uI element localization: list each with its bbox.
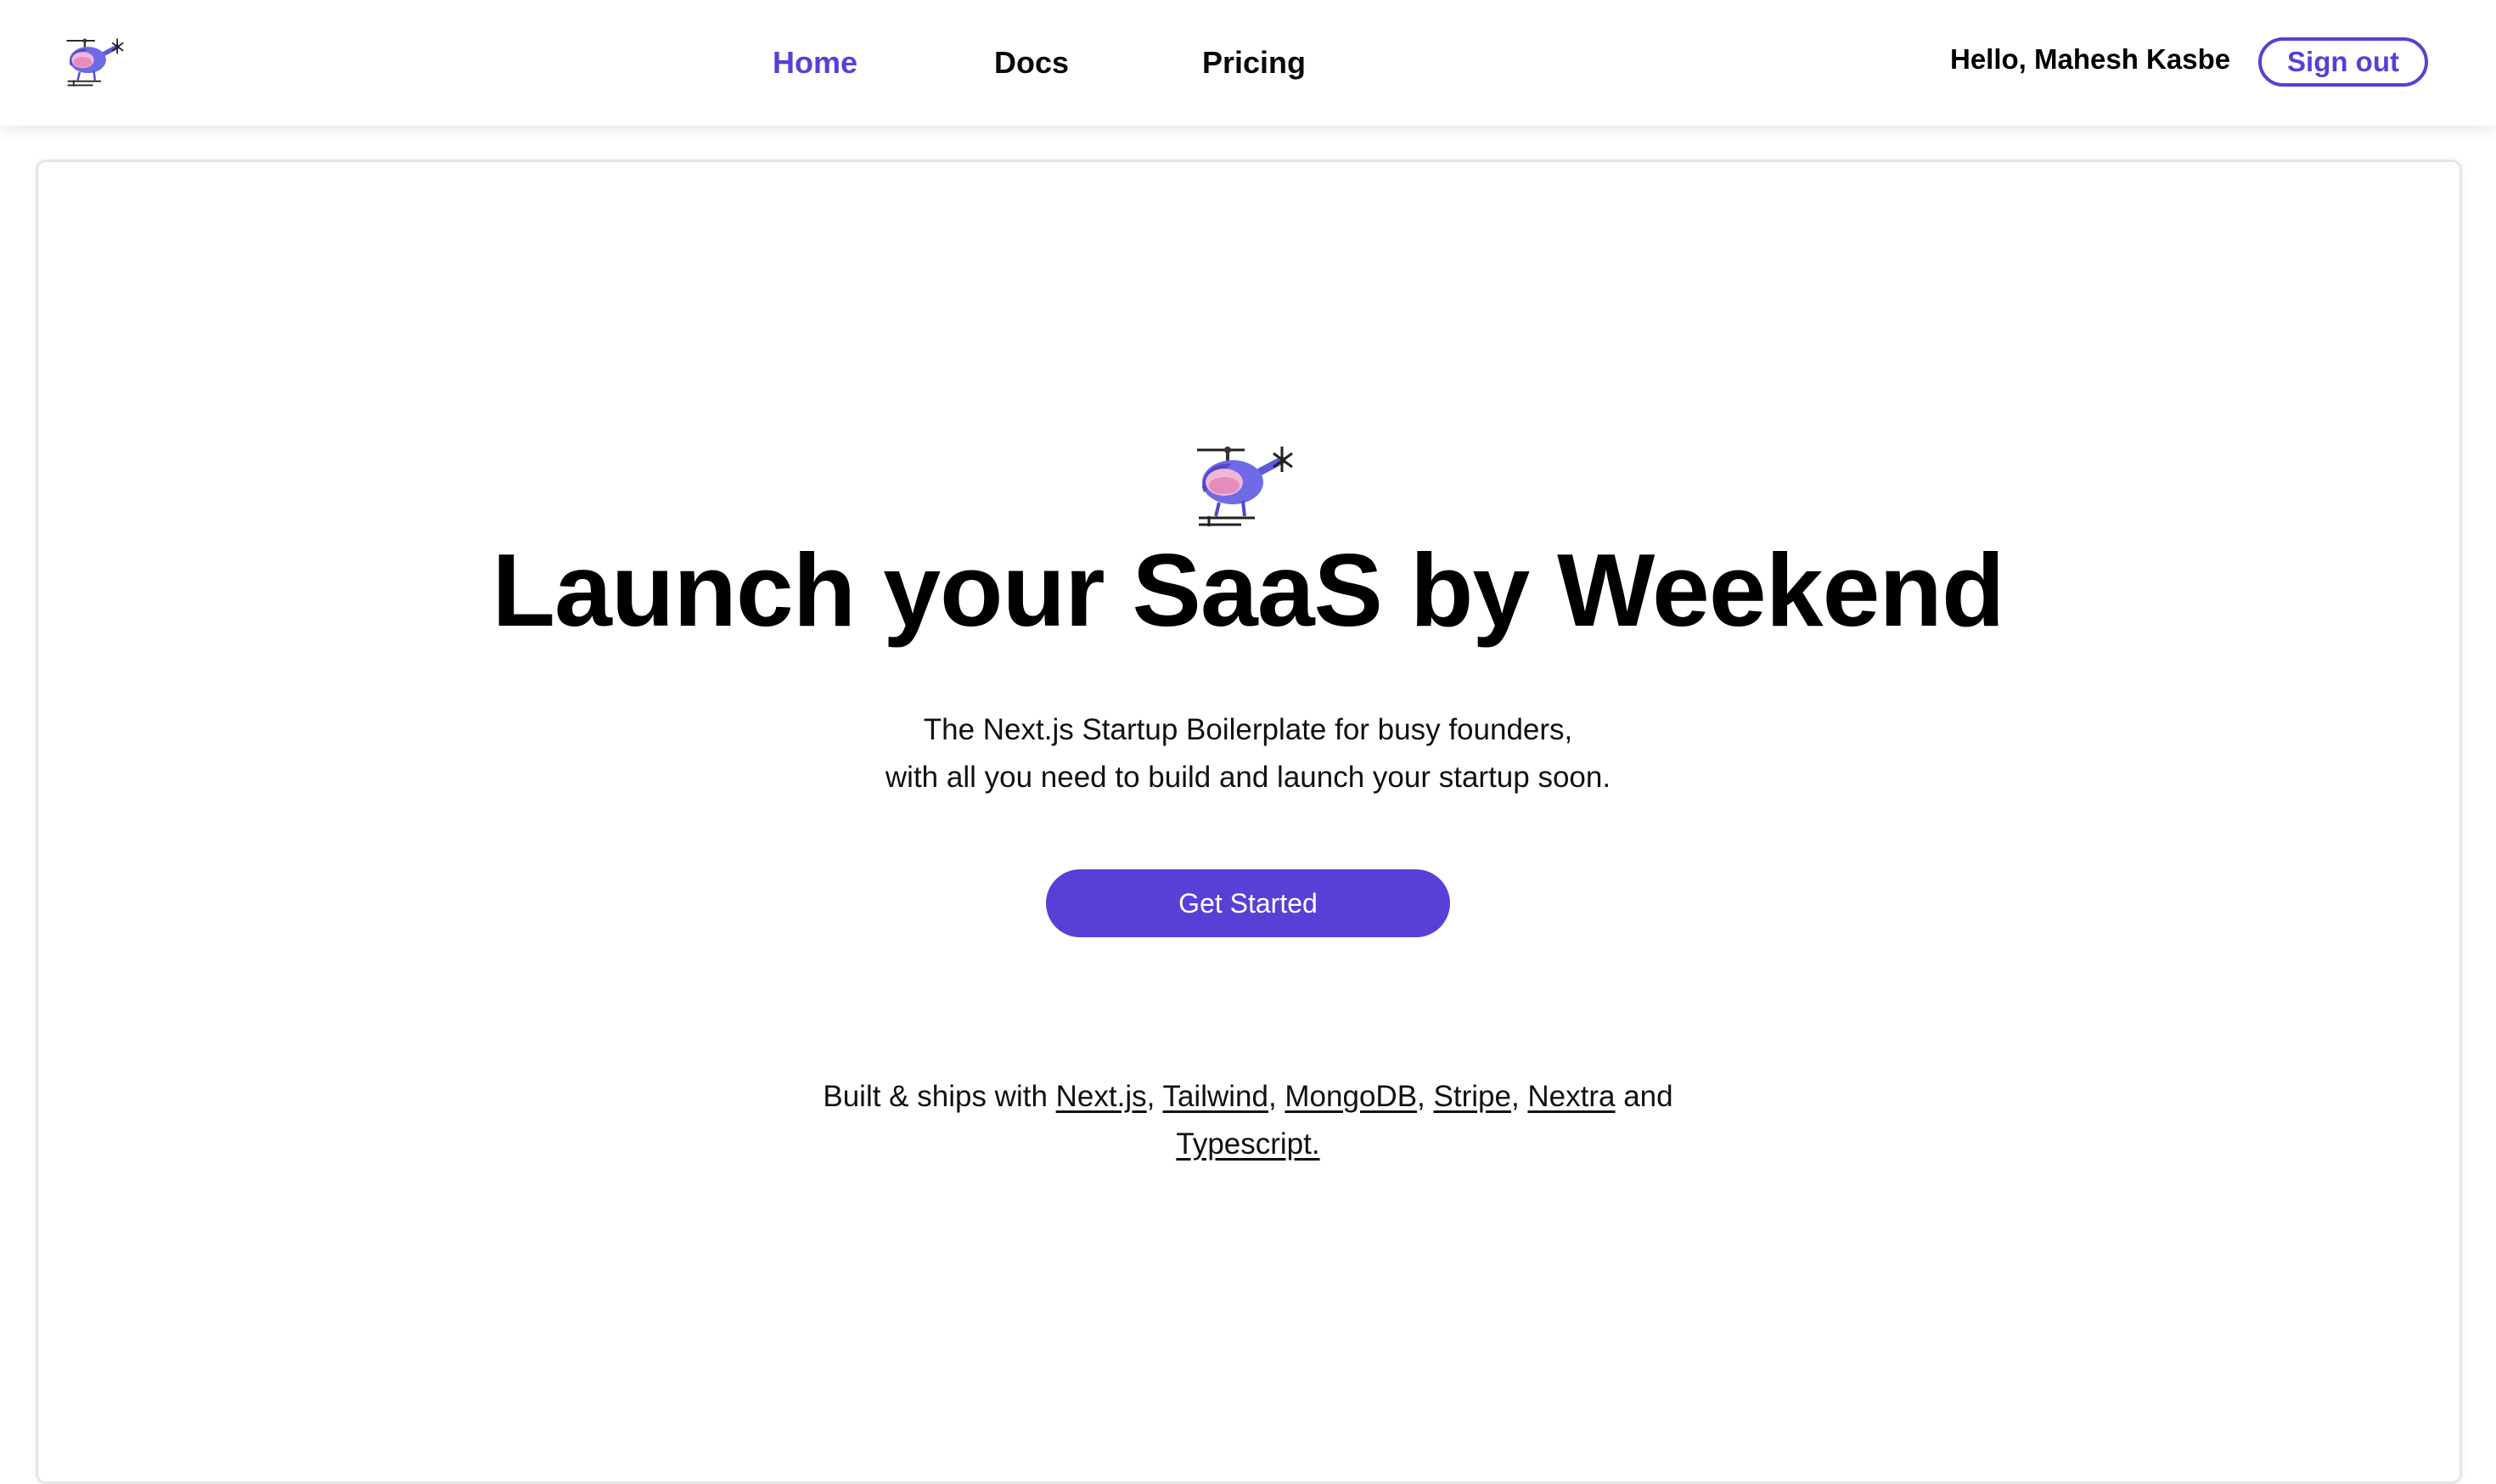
stripe-link[interactable]: Stripe — [1434, 1080, 1511, 1113]
helicopter-icon — [1197, 447, 1293, 526]
nav-docs-link[interactable]: Docs — [994, 41, 1069, 85]
user-greeting: Hello, Mahesh Kasbe — [1950, 43, 2231, 75]
hero-subtitle: The Next.js Startup Boilerplate for busy… — [0, 706, 2496, 801]
tailwind-link[interactable]: Tailwind — [1162, 1080, 1268, 1113]
top-navbar: Home Docs Pricing Hello, Mahesh Kasbe Si… — [0, 0, 2496, 126]
nextra-link[interactable]: Nextra — [1527, 1080, 1615, 1113]
hero-helicopter-icon-wrapper — [1194, 441, 1299, 530]
hero-card — [36, 160, 2462, 1484]
typescript-link[interactable]: Typescript. — [1176, 1127, 1319, 1161]
hero-subtitle-line-2: with all you need to build and launch yo… — [885, 761, 1611, 794]
built-with-text: Built & ships with Next.js, Tailwind, Mo… — [823, 1080, 1673, 1161]
nextjs-link[interactable]: Next.js — [1056, 1080, 1147, 1113]
nav-home-link[interactable]: Home — [773, 41, 857, 85]
hero-subtitle-line-1: The Next.js Startup Boilerplate for busy… — [923, 713, 1573, 746]
hero-title: Launch your SaaS by Weekend — [492, 532, 2005, 648]
nav-pricing-link[interactable]: Pricing — [1202, 41, 1306, 85]
sign-out-button[interactable]: Sign out — [2258, 37, 2428, 87]
built-with-prefix: Built & ships with — [823, 1080, 1048, 1113]
get-started-button[interactable]: Get Started — [1046, 869, 1450, 937]
mongodb-link[interactable]: MongoDB — [1285, 1080, 1417, 1113]
built-with-conjunction: and — [1623, 1080, 1673, 1113]
